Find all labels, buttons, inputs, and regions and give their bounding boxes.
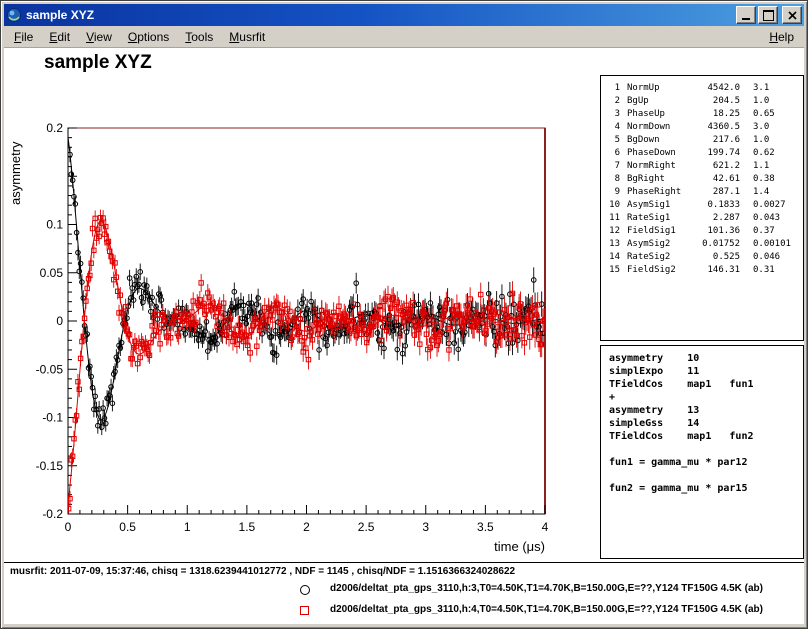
theory-box: asymmetry 10simplExpo 11TFieldCos map1 f…: [600, 345, 804, 559]
minimize-button[interactable]: [736, 6, 756, 24]
x-tick-label: 3: [422, 520, 429, 534]
x-tick-label: 2.5: [358, 520, 375, 534]
theory-line: fun1 = gamma_mu * par12: [609, 456, 795, 469]
menu-musrfit[interactable]: Musrfit: [221, 27, 273, 47]
theory-line: simpleGss 14: [609, 417, 795, 430]
footer-divider: [4, 562, 804, 563]
y-tick-label: 0.1: [46, 218, 63, 232]
menu-bar: FileEditViewOptionsToolsMusrfit Help: [4, 26, 804, 48]
theory-line: asymmetry 10: [609, 352, 795, 365]
window-controls: [736, 6, 802, 24]
theory-line: [609, 443, 795, 456]
param-row: 14RateSig20.5250.046: [601, 251, 803, 264]
legend-entry: d2006/deltat_pta_gps_3110,h:3,T0=4.50K,T…: [4, 582, 804, 598]
menu-edit[interactable]: Edit: [41, 27, 78, 47]
menu-help[interactable]: Help: [761, 27, 802, 47]
menu-view[interactable]: View: [78, 27, 120, 47]
param-row: 6PhaseDown199.740.62: [601, 147, 803, 160]
maximize-button[interactable]: [758, 6, 778, 24]
y-tick-label: -0.2: [42, 507, 63, 521]
x-tick-label: 4: [542, 520, 549, 534]
fit-info-line: musrfit: 2011-07-09, 15:37:46, chisq = 1…: [10, 566, 515, 577]
legend-label: d2006/deltat_pta_gps_3110,h:3,T0=4.50K,T…: [330, 583, 763, 594]
app-icon-image: [7, 8, 21, 22]
theory-curve-h3-up: [68, 137, 545, 420]
title-bar[interactable]: sample XYZ: [4, 4, 804, 26]
y-tick-label: -0.15: [36, 459, 64, 473]
param-row: 12FieldSig1101.360.37: [601, 225, 803, 238]
x-tick-label: 1: [184, 520, 191, 534]
x-tick-label: 3.5: [477, 520, 494, 534]
circle-marker-icon: [300, 585, 310, 595]
theory-line: TFieldCos map1 fun2: [609, 430, 795, 443]
maximize-icon: [763, 10, 774, 21]
param-row: 8BgRight42.610.38: [601, 173, 803, 186]
legend-label: d2006/deltat_pta_gps_3110,h:4,T0=4.50K,T…: [330, 604, 763, 615]
y-tick-label: 0.05: [40, 266, 64, 280]
param-row: 11RateSig12.2870.043: [601, 212, 803, 225]
param-row: 7NormRight621.21.1: [601, 160, 803, 173]
param-row: 1NormUp4542.03.1: [601, 82, 803, 95]
theory-line: simplExpo 11: [609, 365, 795, 378]
y-tick-label: -0.1: [42, 411, 63, 425]
menu-file[interactable]: File: [6, 27, 41, 47]
x-tick-label: 0: [65, 520, 72, 534]
close-icon: [788, 11, 797, 20]
param-row: 9PhaseRight287.11.4: [601, 186, 803, 199]
data-series-h3-up: [66, 113, 546, 435]
theory-line: [609, 469, 795, 482]
plot-area[interactable]: 0 0.5 1 1.5 2 2.5 3 3.5 4 0.2 0.1 0.05 0 -0.05 -0.1 -0.…: [4, 48, 574, 560]
square-marker-icon: [300, 606, 309, 615]
menu-options[interactable]: Options: [120, 27, 177, 47]
param-row: 13AsymSig20.017520.00101: [601, 238, 803, 251]
root-canvas[interactable]: sample XYZ 00.511.522.533.540.20.10.050-…: [4, 48, 804, 624]
app-icon[interactable]: [6, 7, 22, 23]
legend-entry: d2006/deltat_pta_gps_3110,h:4,T0=4.50K,T…: [4, 603, 804, 619]
theory-line: TFieldCos map1 fun1: [609, 378, 795, 391]
param-row: 3PhaseUp18.250.65: [601, 108, 803, 121]
x-tick-label: 0.5: [119, 520, 136, 534]
data-series-h4-down: [66, 210, 546, 517]
close-button[interactable]: [782, 6, 802, 24]
window-title: sample XYZ: [26, 8, 736, 22]
x-tick-label: 1.5: [239, 520, 256, 534]
parameter-box: 1NormUp4542.03.12BgUp204.51.03PhaseUp18.…: [600, 75, 804, 341]
y-tick-label: 0: [56, 314, 63, 328]
param-row: 4NormDown4360.53.0: [601, 121, 803, 134]
x-tick-label: 2: [303, 520, 310, 534]
app-window: sample XYZ FileEditViewOptionsToolsMusrf…: [0, 0, 808, 629]
y-axis-title: asymmetry: [8, 141, 23, 205]
param-row: 2BgUp204.51.0: [601, 95, 803, 108]
y-tick-label: 0.2: [46, 121, 63, 135]
theory-line: +: [609, 391, 795, 404]
menu-tools[interactable]: Tools: [177, 27, 221, 47]
theory-line: asymmetry 13: [609, 404, 795, 417]
param-row: 15FieldSig2146.310.31: [601, 264, 803, 277]
y-tick-label: -0.05: [36, 362, 64, 376]
menu-items: FileEditViewOptionsToolsMusrfit: [6, 27, 273, 47]
x-axis-title: time (μs): [494, 539, 545, 554]
param-row: 5BgDown217.61.0: [601, 134, 803, 147]
minimize-icon: [742, 10, 750, 20]
theory-line: fun2 = gamma_mu * par15: [609, 482, 795, 495]
param-row: 10AsymSig10.18330.0027: [601, 199, 803, 212]
